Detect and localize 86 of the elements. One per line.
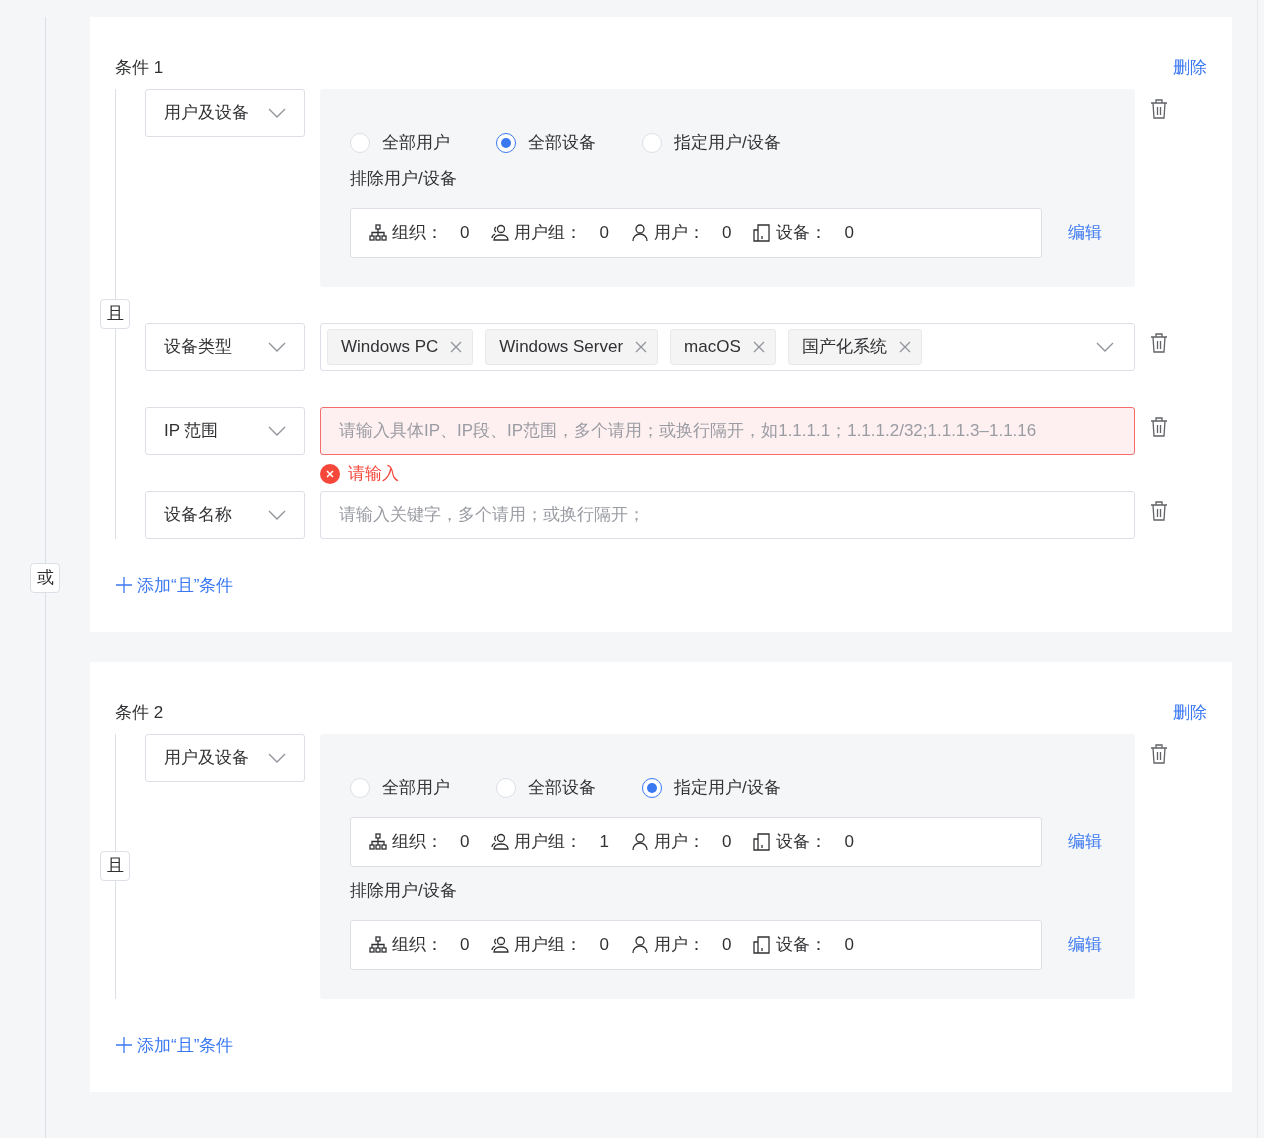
device-icon bbox=[753, 935, 772, 954]
device-icon bbox=[753, 832, 772, 851]
condition-title: 条件 1 bbox=[115, 56, 164, 79]
multi-select[interactable]: Windows PC Windows Server macOS 国产化系统 bbox=[320, 322, 1135, 371]
tag-label: Windows PC bbox=[341, 335, 439, 358]
radio-option[interactable]: 全部用户 bbox=[350, 130, 450, 155]
stat-label: 设备： bbox=[776, 933, 828, 956]
chevron-down-icon bbox=[268, 425, 286, 436]
tag-label: 国产化系统 bbox=[801, 335, 887, 358]
field-select[interactable]: 设备类型 bbox=[145, 322, 305, 371]
trash-icon[interactable] bbox=[1150, 332, 1168, 353]
add-condition-link[interactable]: 添加“且”条件 bbox=[115, 572, 234, 598]
radio-option[interactable]: 指定用户/设备 bbox=[642, 775, 781, 800]
stat-value: 1 bbox=[599, 830, 609, 853]
close-icon[interactable] bbox=[450, 340, 463, 353]
chevron-down-icon bbox=[268, 509, 286, 520]
stat-label: 用户： bbox=[653, 830, 705, 853]
user-icon bbox=[630, 832, 649, 851]
plus-icon bbox=[115, 1036, 133, 1055]
close-icon[interactable] bbox=[635, 340, 648, 353]
condition-title: 条件 2 bbox=[115, 701, 164, 724]
chevron-down-icon bbox=[268, 752, 286, 763]
plus-icon bbox=[115, 576, 133, 595]
stat-value: 0 bbox=[721, 933, 732, 956]
close-icon[interactable] bbox=[898, 340, 911, 353]
radio-option[interactable]: 全部设备 bbox=[496, 775, 596, 800]
field-select[interactable]: IP 范围 bbox=[145, 406, 305, 455]
radio-option[interactable]: 指定用户/设备 bbox=[642, 130, 781, 155]
field-select[interactable]: 设备名称 bbox=[145, 490, 305, 539]
org-chart-icon bbox=[369, 223, 387, 242]
stat-value: 0 bbox=[460, 221, 470, 244]
stat-value: 0 bbox=[460, 830, 470, 853]
stat-label: 用户： bbox=[653, 221, 705, 244]
and-badge: 且 bbox=[100, 851, 130, 881]
stat-label: 用户组： bbox=[514, 933, 583, 956]
field-select[interactable]: 用户及设备 bbox=[145, 88, 305, 137]
tag-label: macOS bbox=[684, 335, 741, 358]
stat-value: 0 bbox=[844, 830, 854, 853]
stat-value: 0 bbox=[599, 933, 609, 956]
stat-value: 0 bbox=[460, 933, 470, 956]
and-badge: 且 bbox=[100, 298, 130, 329]
stat-label: 组织： bbox=[392, 933, 443, 956]
chevron-down-icon bbox=[268, 107, 286, 118]
stat-label: 组织： bbox=[392, 221, 443, 244]
radio-option[interactable]: 全部设备 bbox=[496, 130, 596, 155]
delete-link[interactable]: 删除 bbox=[1173, 55, 1207, 81]
org-chart-icon bbox=[369, 832, 387, 851]
error-message: 请输入 bbox=[348, 462, 399, 485]
tag-label: Windows Server bbox=[499, 335, 624, 358]
or-badge: 或 bbox=[30, 562, 60, 593]
stat-value: 0 bbox=[844, 933, 854, 956]
radio-option[interactable]: 全部用户 bbox=[350, 775, 450, 800]
edit-link[interactable]: 编辑 bbox=[1068, 828, 1102, 855]
user-icon bbox=[630, 935, 649, 954]
close-icon[interactable] bbox=[752, 340, 765, 353]
trash-icon[interactable] bbox=[1150, 416, 1168, 437]
stat-value: 0 bbox=[721, 221, 732, 244]
chevron-down-icon bbox=[1096, 341, 1114, 352]
trash-icon[interactable] bbox=[1150, 500, 1168, 521]
section-label: 排除用户/设备 bbox=[350, 167, 458, 190]
chevron-down-icon bbox=[268, 341, 286, 352]
edit-link[interactable]: 编辑 bbox=[1068, 931, 1102, 958]
section-label: 排除用户/设备 bbox=[350, 879, 458, 902]
edit-link[interactable]: 编辑 bbox=[1068, 219, 1102, 246]
stat-label: 组织： bbox=[392, 830, 443, 853]
user-group-icon bbox=[491, 832, 510, 851]
stat-label: 设备： bbox=[776, 221, 828, 244]
error-icon bbox=[320, 463, 340, 484]
stat-value: 0 bbox=[599, 221, 609, 244]
add-condition-link[interactable]: 添加“且”条件 bbox=[115, 1032, 234, 1058]
stat-value: 0 bbox=[721, 830, 732, 853]
user-group-icon bbox=[491, 935, 510, 954]
field-select[interactable]: 用户及设备 bbox=[145, 733, 305, 782]
stat-value: 0 bbox=[844, 221, 854, 244]
device-icon bbox=[753, 223, 772, 242]
stat-label: 用户： bbox=[653, 933, 705, 956]
trash-icon[interactable] bbox=[1150, 98, 1168, 119]
user-icon bbox=[630, 223, 649, 242]
stat-label: 用户组： bbox=[514, 221, 583, 244]
trash-icon[interactable] bbox=[1150, 743, 1168, 764]
org-chart-icon bbox=[369, 935, 387, 954]
delete-link[interactable]: 删除 bbox=[1173, 700, 1207, 726]
stat-label: 用户组： bbox=[514, 830, 583, 853]
user-group-icon bbox=[491, 223, 510, 242]
stat-label: 设备： bbox=[776, 830, 828, 853]
input-field[interactable]: 请输入具体IP、IP段、IP范围，多个请用；或换行隔开，如1.1.1.1；1.1.1.2/32;1.1.1.3–1.1.16 bbox=[320, 406, 1135, 455]
